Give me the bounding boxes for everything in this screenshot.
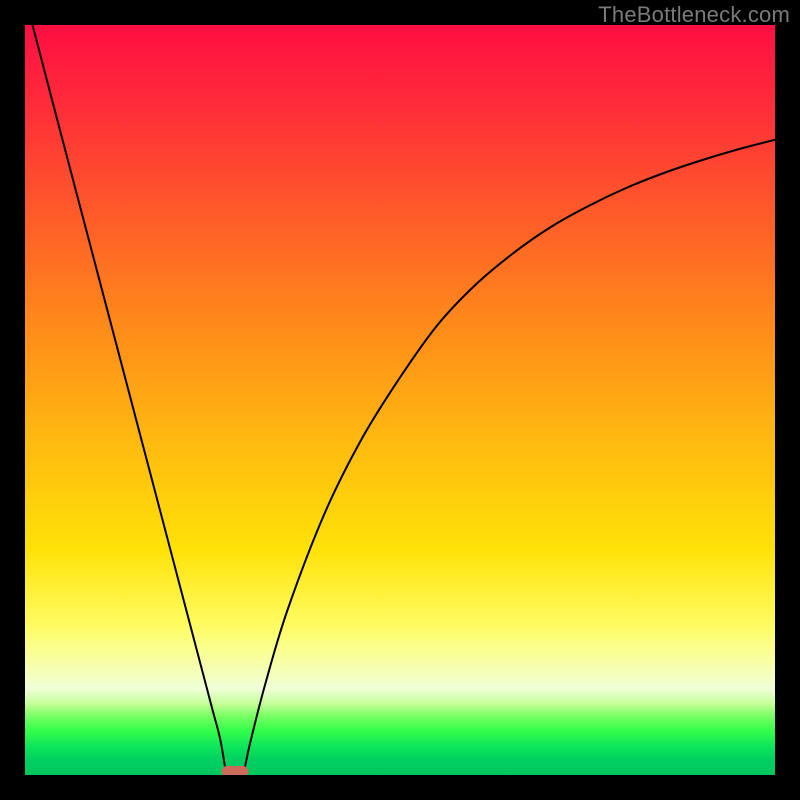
- bottleneck-chart: TheBottleneck.com: [0, 0, 800, 800]
- watermark-text: TheBottleneck.com: [598, 2, 790, 28]
- curve-left-branch: [33, 25, 226, 768]
- min-marker: [222, 766, 249, 775]
- curve-layer: [25, 25, 775, 775]
- curve-right-branch: [245, 140, 775, 769]
